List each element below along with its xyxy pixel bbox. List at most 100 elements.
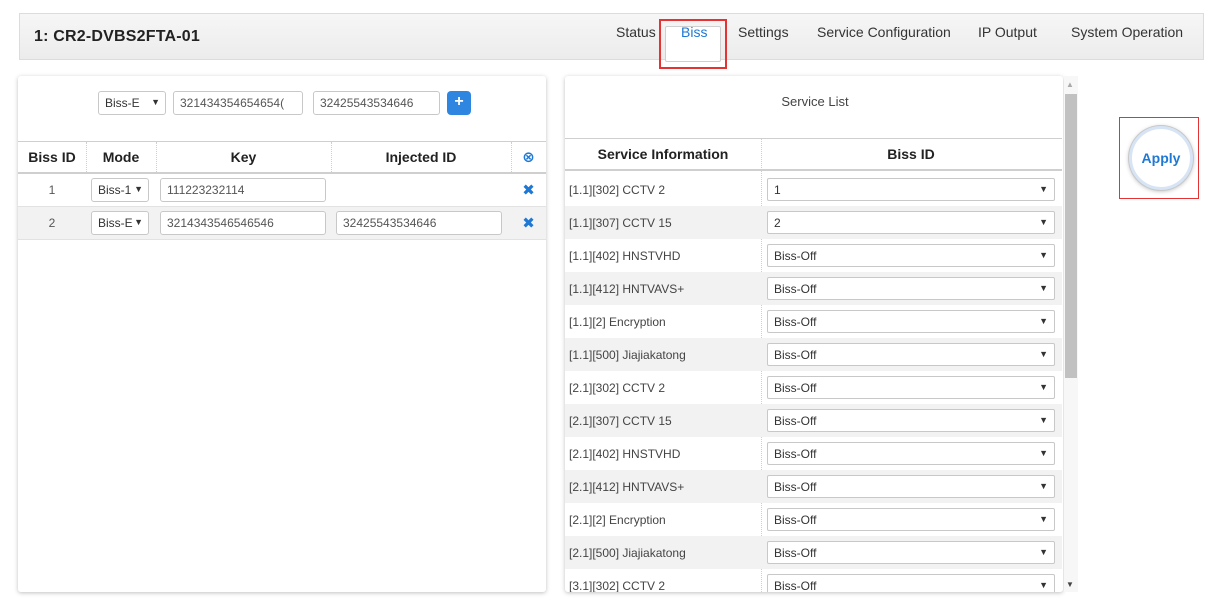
add-biss-button[interactable]: + [447, 91, 471, 115]
chevron-down-icon: ▼ [1039, 250, 1048, 260]
chevron-down-icon: ▼ [134, 184, 143, 194]
apply-button[interactable]: Apply [1129, 126, 1193, 190]
key-input[interactable]: 111223232114 [160, 178, 326, 202]
service-biss-value: 2 [774, 216, 781, 230]
list-item: [1.1][412] HNTVAVS+ Biss-Off ▼ [565, 272, 1062, 305]
service-biss-select[interactable]: Biss-Off ▼ [767, 508, 1055, 531]
injected-id-input[interactable]: 32425543534646 [336, 211, 502, 235]
tab-status[interactable]: Status [616, 24, 656, 40]
list-item: [2.1][2] Encryption Biss-Off ▼ [565, 503, 1062, 536]
service-biss-select[interactable]: Biss-Off ▼ [767, 574, 1055, 592]
service-info: [2.1][412] HNTVAVS+ [569, 480, 685, 494]
service-info: [1.1][412] HNTVAVS+ [569, 282, 685, 296]
mode-select[interactable]: Biss-E ▼ [91, 211, 149, 235]
col-biss-id: Biss ID [28, 149, 76, 165]
service-info: [1.1][307] CCTV 15 [569, 216, 672, 230]
chevron-down-icon: ▼ [134, 217, 143, 227]
chevron-down-icon: ▼ [1039, 415, 1048, 425]
service-biss-select[interactable]: Biss-Off ▼ [767, 475, 1055, 498]
scroll-down-icon[interactable]: ▼ [1066, 580, 1074, 589]
table-row: 2 Biss-E ▼ 3214343546546546 324255435346… [18, 207, 546, 240]
service-biss-value: 1 [774, 183, 781, 197]
service-biss-value: Biss-Off [774, 579, 817, 592]
service-info: [1.1][402] HNSTVHD [569, 249, 681, 263]
service-info: [1.1][2] Encryption [569, 315, 666, 329]
service-info: [2.1][500] Jiajiakatong [569, 546, 686, 560]
list-item: [1.1][307] CCTV 15 2 ▼ [565, 206, 1062, 239]
list-item: [2.1][500] Jiajiakatong Biss-Off ▼ [565, 536, 1062, 569]
service-info: [3.1][302] CCTV 2 [569, 579, 666, 592]
list-item: [2.1][402] HNSTVHD Biss-Off ▼ [565, 437, 1062, 470]
chevron-down-icon: ▼ [1039, 382, 1048, 392]
service-biss-value: Biss-Off [774, 414, 817, 428]
new-injected-id-input[interactable]: 32425543534646 [313, 91, 440, 115]
tab-ip-output[interactable]: IP Output [978, 24, 1037, 40]
service-biss-value: Biss-Off [774, 348, 817, 362]
list-item: [1.1][402] HNSTVHD Biss-Off ▼ [565, 239, 1062, 272]
new-mode-select[interactable]: Biss-E ▼ [98, 91, 166, 115]
service-biss-select[interactable]: Biss-Off ▼ [767, 442, 1055, 465]
tab-system-operation[interactable]: System Operation [1071, 24, 1183, 40]
service-list-panel: Service List Service Information Biss ID… [565, 76, 1063, 592]
service-info: [1.1][302] CCTV 2 [569, 183, 666, 197]
chevron-down-icon: ▼ [1039, 217, 1048, 227]
new-key-input[interactable]: 321434354654654( [173, 91, 303, 115]
chevron-down-icon: ▼ [1039, 514, 1048, 524]
list-item: [2.1][412] HNTVAVS+ Biss-Off ▼ [565, 470, 1062, 503]
device-title: 1: CR2-DVBS2FTA-01 [34, 28, 200, 45]
service-info: [1.1][500] Jiajiakatong [569, 348, 686, 362]
delete-icon[interactable]: ✖ [511, 207, 546, 239]
biss-id-cell: 1 [48, 183, 56, 197]
service-biss-select[interactable]: 2 ▼ [767, 211, 1055, 234]
service-info: [2.1][307] CCTV 15 [569, 414, 672, 428]
col-mode: Mode [102, 149, 140, 165]
biss-table-header: Biss ID Mode Key Injected ID ⊗ [18, 141, 546, 174]
col-service-information: Service Information [597, 146, 729, 162]
service-biss-value: Biss-Off [774, 381, 817, 395]
service-biss-select[interactable]: Biss-Off ▼ [767, 310, 1055, 333]
delete-icon[interactable]: ✖ [511, 174, 546, 206]
chevron-down-icon: ▼ [1039, 316, 1048, 326]
service-info: [2.1][2] Encryption [569, 513, 666, 527]
mode-value: Biss-1 [98, 183, 132, 197]
tab-settings[interactable]: Settings [738, 24, 789, 40]
mode-value: Biss-E [98, 216, 133, 230]
service-biss-select[interactable]: Biss-Off ▼ [767, 343, 1055, 366]
service-biss-value: Biss-Off [774, 315, 817, 329]
list-item: [1.1][500] Jiajiakatong Biss-Off ▼ [565, 338, 1062, 371]
biss-key-panel: Biss-E ▼ 321434354654654( 32425543534646… [18, 76, 546, 592]
service-biss-select[interactable]: Biss-Off ▼ [767, 541, 1055, 564]
service-biss-select[interactable]: Biss-Off ▼ [767, 244, 1055, 267]
service-biss-value: Biss-Off [774, 447, 817, 461]
col-injected-id: Injected ID [385, 149, 457, 165]
key-input[interactable]: 3214343546546546 [160, 211, 326, 235]
chevron-down-icon: ▼ [1039, 184, 1048, 194]
chevron-down-icon: ▼ [151, 97, 160, 107]
col-biss-id: Biss ID [887, 146, 935, 162]
service-biss-select[interactable]: Biss-Off ▼ [767, 376, 1055, 399]
table-row: 1 Biss-1 ▼ 111223232114 ✖ [18, 174, 546, 207]
chevron-down-icon: ▼ [1039, 349, 1048, 359]
tab-service-configuration[interactable]: Service Configuration [817, 24, 951, 40]
chevron-down-icon: ▼ [1039, 547, 1048, 557]
list-item: [1.1][2] Encryption Biss-Off ▼ [565, 305, 1062, 338]
service-list-title: Service List [781, 94, 849, 109]
clear-all-icon[interactable]: ⊗ [511, 142, 546, 172]
list-item: [2.1][302] CCTV 2 Biss-Off ▼ [565, 371, 1062, 404]
list-item: [2.1][307] CCTV 15 Biss-Off ▼ [565, 404, 1062, 437]
service-info: [2.1][402] HNSTVHD [569, 447, 681, 461]
service-biss-select[interactable]: Biss-Off ▼ [767, 409, 1055, 432]
list-item: [1.1][302] CCTV 2 1 ▼ [565, 173, 1062, 206]
service-biss-select[interactable]: Biss-Off ▼ [767, 277, 1055, 300]
service-biss-select[interactable]: 1 ▼ [767, 178, 1055, 201]
scroll-up-icon[interactable]: ▲ [1066, 80, 1074, 89]
chevron-down-icon: ▼ [1039, 283, 1048, 293]
col-key: Key [230, 149, 257, 165]
service-biss-value: Biss-Off [774, 513, 817, 527]
service-info: [2.1][302] CCTV 2 [569, 381, 666, 395]
tab-biss[interactable]: Biss [681, 24, 707, 40]
service-biss-value: Biss-Off [774, 282, 817, 296]
scrollbar-thumb[interactable] [1065, 94, 1077, 378]
mode-select[interactable]: Biss-1 ▼ [91, 178, 149, 202]
biss-id-cell: 2 [48, 216, 56, 230]
